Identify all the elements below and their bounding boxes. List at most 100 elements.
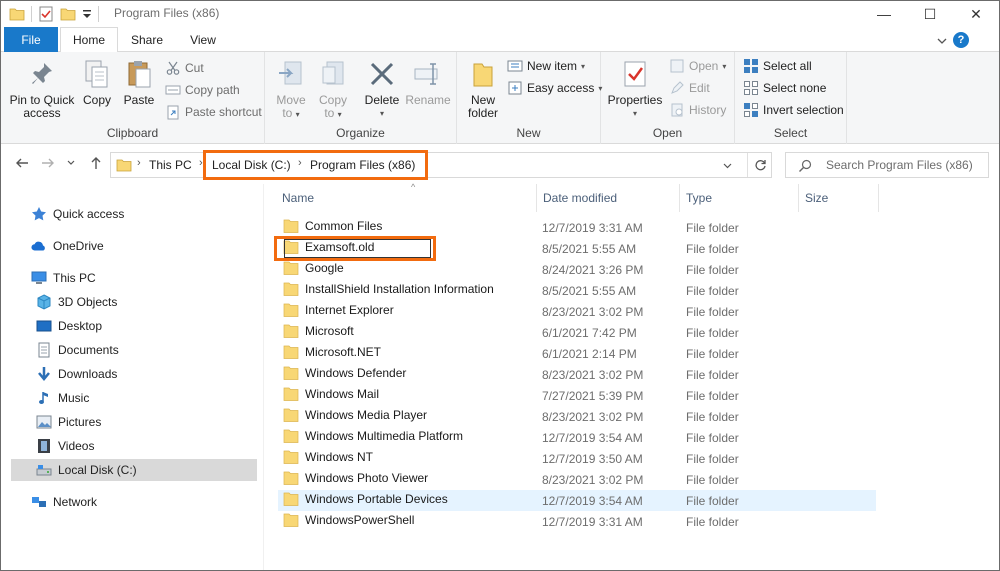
- new-item-icon: [507, 60, 523, 72]
- file-row[interactable]: Windows Portable Devices 12/7/2019 3:54 A…: [278, 490, 876, 511]
- file-row[interactable]: Windows NT 12/7/2019 3:50 AM File folder: [278, 448, 876, 469]
- hard-drive-icon: [36, 465, 52, 476]
- column-header-size[interactable]: Size: [799, 184, 879, 212]
- select-none-button[interactable]: Select none: [743, 78, 826, 98]
- edit-label: Edit: [689, 81, 710, 95]
- nav-label: Local Disk (C:): [58, 463, 137, 477]
- file-row[interactable]: Microsoft.NET 6/1/2021 2:14 PM File folder: [278, 343, 876, 364]
- move-to-icon: [279, 61, 302, 85]
- file-row[interactable]: Windows Media Player 8/23/2021 3:02 PM Fil…: [278, 406, 876, 427]
- folder-icon: [283, 219, 299, 233]
- search-box[interactable]: Search Program Files (x86): [785, 152, 989, 178]
- up-arrow-icon[interactable]: [89, 156, 103, 170]
- properties-check-icon[interactable]: [38, 6, 54, 22]
- new-item-button[interactable]: New item ▾: [507, 56, 585, 76]
- address-dropdown-icon[interactable]: [723, 163, 732, 169]
- select-all-button[interactable]: Select all: [743, 56, 812, 76]
- close-button[interactable]: ✕: [953, 1, 999, 27]
- pin-icon: [32, 63, 52, 84]
- nav-item-quick-access[interactable]: Quick access: [11, 203, 257, 225]
- delete-button[interactable]: Delete ▾: [361, 58, 403, 120]
- copy-to-button[interactable]: Copy to ▾: [315, 58, 351, 121]
- file-row[interactable]: Windows Mail 7/27/2021 5:39 PM File folder: [278, 385, 876, 406]
- file-row[interactable]: Google 8/24/2021 3:26 PM File folder: [278, 259, 876, 280]
- organize-group-label: Organize: [336, 126, 385, 140]
- properties-button[interactable]: Properties ▾: [607, 58, 663, 120]
- file-row[interactable]: InstallShield Installation Information 8/…: [278, 280, 876, 301]
- recent-locations-icon[interactable]: [67, 160, 75, 166]
- download-arrow-icon: [38, 367, 50, 381]
- folder-icon: [283, 345, 299, 359]
- desktop-icon: [36, 320, 52, 332]
- copy-button[interactable]: Copy: [79, 58, 115, 107]
- pin-to-quick-access-button[interactable]: Pin to Quick access: [9, 58, 75, 120]
- file-name: WindowsPowerShell: [305, 513, 415, 527]
- file-row[interactable]: WindowsPowerShell 12/7/2019 3:31 AM File f…: [278, 511, 876, 532]
- paste-button[interactable]: Paste: [119, 58, 159, 107]
- tab-file[interactable]: File: [4, 27, 58, 52]
- copy-path-button[interactable]: Copy path: [165, 80, 240, 100]
- folder-icon[interactable]: [9, 7, 25, 21]
- new-folder-button[interactable]: New folder: [463, 58, 503, 120]
- help-button[interactable]: ?: [953, 32, 969, 48]
- cut-button[interactable]: Cut: [165, 58, 204, 78]
- clipboard-group-label: Clipboard: [106, 126, 159, 140]
- forward-arrow-icon[interactable]: [41, 156, 55, 170]
- file-name: Microsoft.NET: [305, 345, 382, 359]
- chevron-down-icon[interactable]: [937, 36, 947, 46]
- nav-item-network[interactable]: Network: [11, 491, 257, 513]
- chevron-down-icon: ▾: [581, 61, 586, 71]
- clipboard-group: Pin to Quick access Copy Paste Cut Copy …: [1, 52, 265, 144]
- nav-item-videos[interactable]: Videos: [11, 435, 257, 457]
- edit-button[interactable]: Edit: [669, 78, 710, 98]
- paste-shortcut-button[interactable]: Paste shortcut: [165, 102, 262, 122]
- refresh-button[interactable]: [747, 153, 772, 177]
- properties-label: Properties: [607, 93, 663, 107]
- file-type: File folder: [686, 410, 739, 424]
- nav-item-music[interactable]: Music: [11, 387, 257, 409]
- breadcrumb-this-pc[interactable]: This PC: [149, 158, 192, 172]
- customize-toolbar-icon[interactable]: [82, 8, 92, 20]
- invert-selection-button[interactable]: Invert selection: [743, 100, 844, 120]
- rename-button[interactable]: Rename: [403, 58, 453, 107]
- nav-item-local-disk[interactable]: Local Disk (C:): [11, 459, 257, 481]
- file-row[interactable]: Windows Multimedia Platform 12/7/2019 3:5…: [278, 427, 876, 448]
- new-folder-icon[interactable]: [60, 7, 76, 21]
- row-highlight-box: [274, 236, 436, 261]
- nav-item-onedrive[interactable]: OneDrive: [11, 235, 257, 257]
- file-row[interactable]: Microsoft 6/1/2021 7:42 PM File folder: [278, 322, 876, 343]
- file-name: Windows Media Player: [305, 408, 428, 422]
- easy-access-button[interactable]: Easy access ▾: [507, 78, 602, 98]
- maximize-button[interactable]: ☐: [907, 1, 953, 27]
- column-header-name[interactable]: ^ Name: [276, 182, 537, 212]
- nav-item-this-pc[interactable]: This PC: [11, 267, 257, 289]
- back-arrow-icon[interactable]: [15, 156, 29, 170]
- nav-item-desktop[interactable]: Desktop: [11, 315, 257, 337]
- paste-label: Paste: [123, 93, 155, 107]
- file-type: File folder: [686, 494, 739, 508]
- tab-share[interactable]: Share: [121, 27, 173, 53]
- file-row[interactable]: Windows Defender 8/23/2021 3:02 PM File fo…: [278, 364, 876, 385]
- minimize-button[interactable]: —: [861, 1, 907, 27]
- nav-item-documents[interactable]: Documents: [11, 339, 257, 361]
- history-button[interactable]: History: [669, 100, 726, 120]
- folder-icon: [283, 450, 299, 464]
- tab-view[interactable]: View: [177, 27, 229, 53]
- tab-home[interactable]: Home: [60, 27, 118, 53]
- column-header-date[interactable]: Date modified: [537, 184, 680, 212]
- open-button[interactable]: Open ▾: [669, 56, 726, 76]
- nav-item-3d-objects[interactable]: 3D Objects: [11, 291, 257, 313]
- breadcrumb-chevron-icon[interactable]: ›: [137, 157, 141, 169]
- file-row[interactable]: Windows Photo Viewer 8/23/2021 3:02 PM Fil…: [278, 469, 876, 490]
- path-highlight-box: [203, 150, 428, 180]
- file-type: File folder: [686, 347, 739, 361]
- rename-label: Rename: [405, 93, 451, 107]
- nav-item-pictures[interactable]: Pictures: [11, 411, 257, 433]
- file-row[interactable]: Internet Explorer 8/23/2021 3:02 PM File f…: [278, 301, 876, 322]
- column-header-type[interactable]: Type: [680, 184, 799, 212]
- nav-item-downloads[interactable]: Downloads: [11, 363, 257, 385]
- edit-pencil-icon: [671, 81, 684, 94]
- file-row[interactable]: Common Files 12/7/2019 3:31 AM File folder: [278, 217, 876, 238]
- move-to-button[interactable]: Move to ▾: [273, 58, 309, 121]
- select-group-label: Select: [773, 126, 808, 140]
